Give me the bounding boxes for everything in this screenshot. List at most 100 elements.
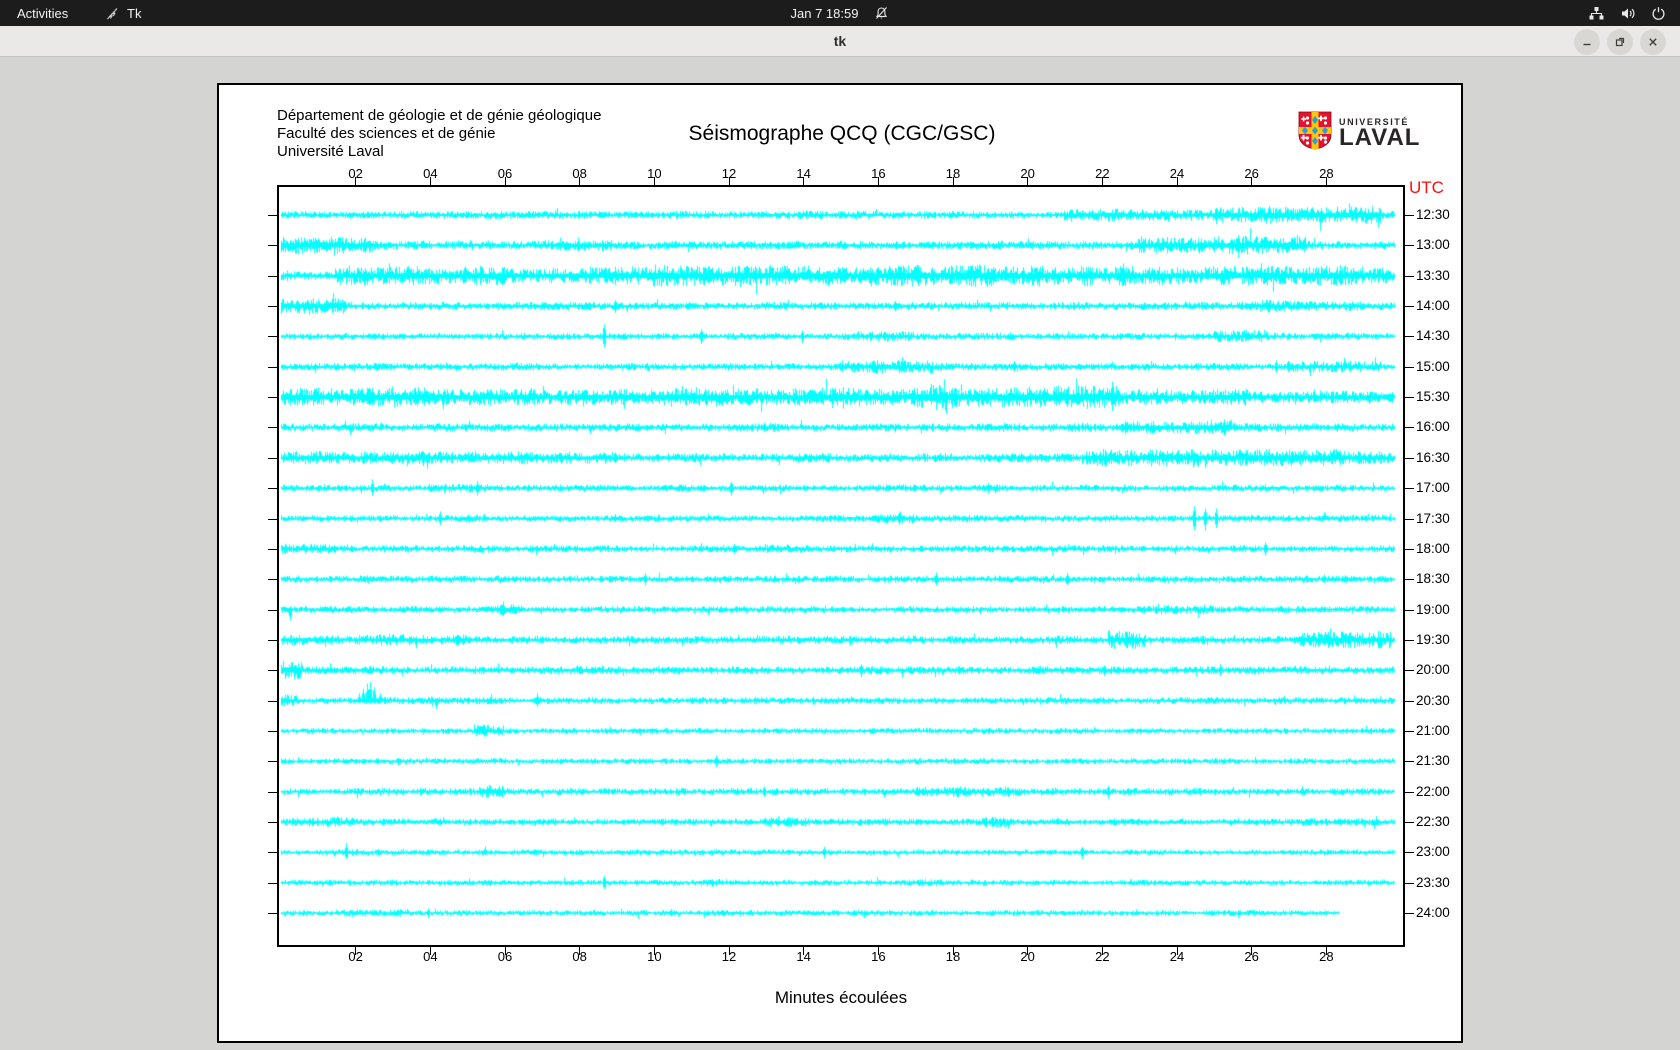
maximize-icon [1614, 36, 1626, 48]
trace-tick [268, 367, 277, 368]
close-icon [1647, 36, 1659, 48]
time-tick-label: 22:00 [1416, 784, 1450, 800]
trace-tick [268, 883, 277, 884]
x-tick-label: 24 [1162, 949, 1192, 964]
trace-tick [268, 519, 277, 520]
x-tick-label: 08 [565, 949, 595, 964]
x-tick-label: 10 [639, 166, 669, 181]
x-tick-label: 06 [490, 949, 520, 964]
trace-tick [1405, 761, 1414, 762]
trace-tick [1405, 245, 1414, 246]
trace-tick [1405, 397, 1414, 398]
x-tick-label: 10 [639, 949, 669, 964]
x-tick-label: 24 [1162, 166, 1192, 181]
time-tick-label: 12:30 [1416, 207, 1450, 223]
x-tick-label: 14 [789, 166, 819, 181]
trace-tick [268, 913, 277, 914]
trace-tick [268, 670, 277, 671]
x-tick-label: 18 [938, 166, 968, 181]
time-tick-label: 14:00 [1416, 298, 1450, 314]
maximize-button[interactable] [1607, 29, 1633, 55]
trace-tick [268, 336, 277, 337]
header-line-1: Département de géologie et de génie géol… [277, 107, 601, 125]
clock[interactable]: Jan 7 18:59 [791, 6, 859, 21]
trace-tick [1405, 306, 1414, 307]
trace-tick [1405, 792, 1414, 793]
page-title: Séismographe QCQ (CGC/GSC) [592, 122, 1092, 146]
trace-tick [268, 731, 277, 732]
x-tick-label: 28 [1311, 166, 1341, 181]
x-tick-label: 02 [341, 949, 371, 964]
power-icon[interactable] [1651, 6, 1666, 21]
window-titlebar[interactable]: tk [0, 26, 1680, 57]
window-title: tk [834, 33, 846, 49]
trace-tick [1405, 488, 1414, 489]
activities-button[interactable]: Activities [0, 0, 85, 26]
x-tick-label: 26 [1237, 166, 1267, 181]
trace-tick [1405, 822, 1414, 823]
time-tick-label: 19:00 [1416, 602, 1450, 618]
laval-wordmark: UNIVERSITÉ LAVAL [1339, 117, 1420, 149]
x-tick-label: 22 [1087, 949, 1117, 964]
time-tick-label: 21:30 [1416, 753, 1450, 769]
trace-tick [268, 792, 277, 793]
time-tick-label: 20:30 [1416, 693, 1450, 709]
trace-tick [1405, 367, 1414, 368]
x-tick-label: 28 [1311, 949, 1341, 964]
network-icon[interactable] [1588, 6, 1605, 21]
x-tick-label: 06 [490, 166, 520, 181]
x-tick-label: 16 [863, 949, 893, 964]
x-tick-label: 18 [938, 949, 968, 964]
helicorder-canvas [279, 187, 1399, 941]
trace-tick [1405, 883, 1414, 884]
time-tick-label: 24:00 [1416, 905, 1450, 921]
trace-tick [268, 427, 277, 428]
trace-tick [1405, 276, 1414, 277]
x-tick-label: 12 [714, 949, 744, 964]
trace-tick [268, 488, 277, 489]
trace-tick [1405, 519, 1414, 520]
taskbar-app-tk[interactable]: Tk [105, 0, 141, 26]
trace-tick [1405, 579, 1414, 580]
header-line-2: Faculté des sciences et de génie [277, 125, 601, 143]
time-tick-label: 19:30 [1416, 632, 1450, 648]
seismograph-window: Département de géologie et de génie géol… [217, 83, 1463, 1043]
trace-tick [268, 761, 277, 762]
trace-tick [1405, 215, 1414, 216]
trace-tick [1405, 701, 1414, 702]
x-axis-title: Minutes écoulées [641, 988, 1041, 1008]
trace-tick [1405, 336, 1414, 337]
trace-tick [1405, 427, 1414, 428]
time-tick-label: 23:30 [1416, 875, 1450, 891]
trace-tick [268, 610, 277, 611]
time-tick-label: 14:30 [1416, 328, 1450, 344]
time-tick-label: 16:30 [1416, 450, 1450, 466]
trace-tick [1405, 458, 1414, 459]
x-tick-label: 20 [1013, 166, 1043, 181]
laval-shield-icon [1298, 111, 1332, 155]
x-tick-label: 08 [565, 166, 595, 181]
trace-tick [1405, 640, 1414, 641]
trace-tick [268, 549, 277, 550]
trace-tick [1405, 610, 1414, 611]
trace-tick [268, 640, 277, 641]
volume-icon[interactable] [1620, 6, 1636, 21]
time-tick-label: 15:30 [1416, 389, 1450, 405]
minimize-button[interactable] [1574, 29, 1600, 55]
trace-tick [1405, 913, 1414, 914]
x-tick-label: 20 [1013, 949, 1043, 964]
trace-tick [268, 245, 277, 246]
trace-tick [1405, 731, 1414, 732]
tk-feather-icon [105, 6, 120, 21]
x-tick-label: 12 [714, 166, 744, 181]
trace-tick [268, 852, 277, 853]
time-tick-label: 17:30 [1416, 511, 1450, 527]
trace-tick [1405, 670, 1414, 671]
time-tick-label: 18:00 [1416, 541, 1450, 557]
minimize-icon [1581, 36, 1593, 48]
time-tick-label: 20:00 [1416, 662, 1450, 678]
time-tick-label: 17:00 [1416, 480, 1450, 496]
close-button[interactable] [1640, 29, 1666, 55]
trace-tick [268, 458, 277, 459]
x-tick-label: 14 [789, 949, 819, 964]
